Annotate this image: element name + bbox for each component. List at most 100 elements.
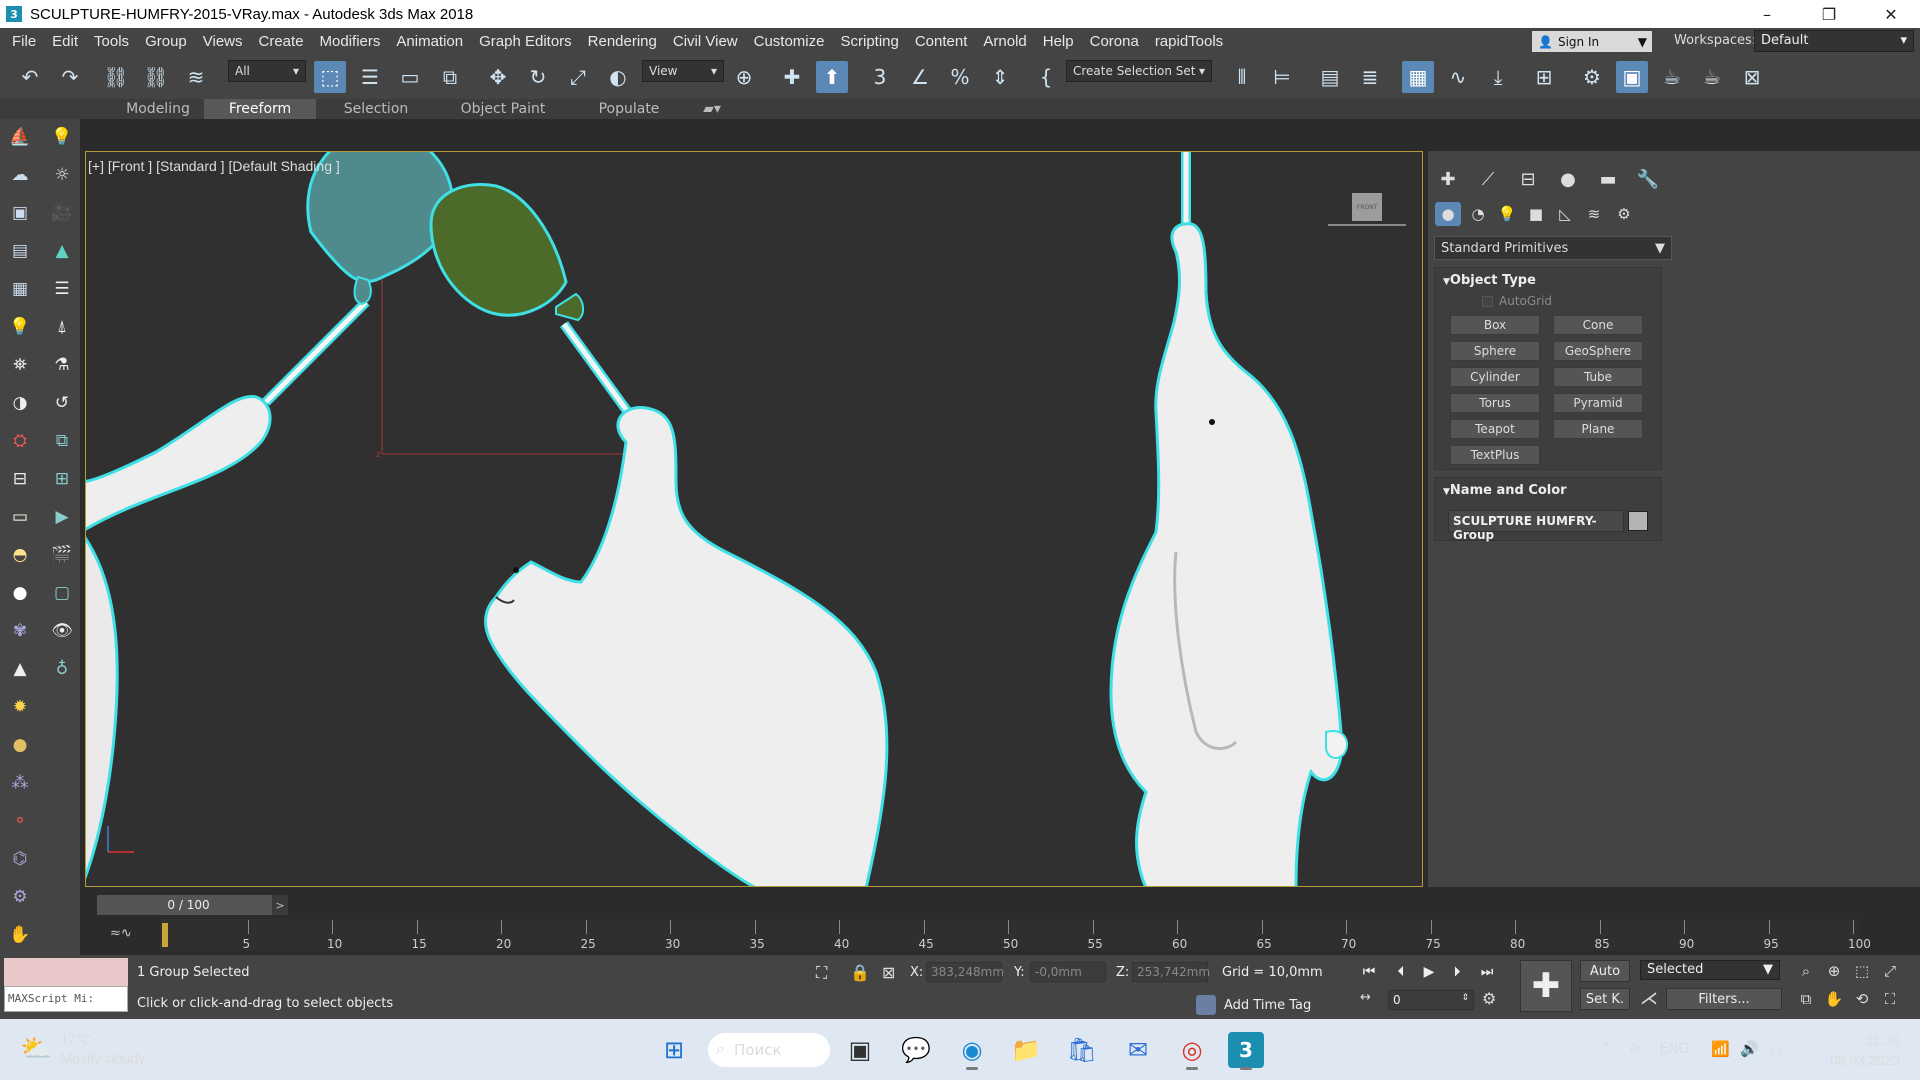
absolute-mode-icon[interactable]: ⊠ <box>882 963 895 982</box>
render-setup-icon[interactable]: ⚙ <box>1576 61 1608 93</box>
document-icon[interactable]: ▤ <box>8 239 32 263</box>
menu-animation[interactable]: Animation <box>388 33 471 50</box>
3dsmax-taskbar-icon[interactable]: 3 <box>1228 1032 1264 1070</box>
object-name-field[interactable]: SCULPTURE HUMFRY-Group <box>1448 510 1624 542</box>
material-sphere-icon[interactable]: ● <box>8 733 32 757</box>
list-icon[interactable]: ☰ <box>50 277 74 301</box>
plant-icon[interactable]: ✾ <box>8 619 32 643</box>
file-explorer-icon[interactable]: 📁 <box>1008 1032 1044 1068</box>
menu-create[interactable]: Create <box>251 33 312 50</box>
helpers-category-icon[interactable]: ◺ <box>1552 202 1578 226</box>
redo-icon[interactable]: ↷ <box>54 61 86 93</box>
time-configuration-icon[interactable]: ⚙ <box>1482 989 1496 1008</box>
task-view-icon[interactable]: ▣ <box>842 1032 878 1068</box>
ribbon-options-icon[interactable]: ▰▾ <box>694 99 730 119</box>
window-crossing-icon[interactable]: ⧉ <box>434 61 466 93</box>
scale-icon[interactable]: ⤢ <box>562 61 594 93</box>
scene-explorer-icon[interactable]: ⛵ <box>8 125 32 149</box>
previous-frame-icon[interactable]: ⏴ <box>1390 961 1412 983</box>
key-filter-dropdown[interactable]: Selected ▼ <box>1640 960 1780 980</box>
select-by-name-icon[interactable]: ☰ <box>354 61 386 93</box>
sign-in-dropdown[interactable]: 👤 Sign In ▼ <box>1532 31 1652 52</box>
lock-selection-icon[interactable]: 🔒 <box>850 963 870 982</box>
volume-icon[interactable]: 🔊 <box>1740 1040 1759 1058</box>
chat-icon[interactable]: 💬 <box>898 1032 934 1068</box>
cone-button[interactable]: Cone <box>1553 315 1643 335</box>
lights-category-icon[interactable]: 💡 <box>1494 202 1520 226</box>
flask-icon[interactable]: ⚗ <box>50 353 74 377</box>
select-object-icon[interactable]: ⬚ <box>314 61 346 93</box>
panel-icon[interactable]: ⊟ <box>8 467 32 491</box>
align-icon[interactable]: ⊨ <box>1266 61 1298 93</box>
bind-space-warp-icon[interactable]: ≋ <box>180 61 212 93</box>
cameras-icon[interactable]: 🎬 <box>50 543 74 567</box>
object-type-title[interactable]: Object Type <box>1435 268 1661 293</box>
table-icon[interactable]: ▦ <box>8 277 32 301</box>
display-tab-icon[interactable]: ▬ <box>1592 166 1624 192</box>
hand-icon[interactable]: ✋ <box>8 923 32 947</box>
use-pivot-icon[interactable]: ⊕ <box>728 61 760 93</box>
refresh-icon[interactable]: ↺ <box>50 391 74 415</box>
molecule-icon[interactable]: ⚬ <box>8 809 32 833</box>
zoom-region-icon[interactable]: ⧉ <box>1794 988 1818 1010</box>
show-hidden-icons-chevron-icon[interactable]: ⌃ <box>1600 1040 1613 1058</box>
menu-edit[interactable]: Edit <box>44 33 86 50</box>
wifi-icon[interactable]: 📶 <box>1711 1040 1730 1058</box>
menu-arnold[interactable]: Arnold <box>975 33 1034 50</box>
tab-freeform[interactable]: Freeform <box>204 99 316 119</box>
y-coordinate-field[interactable]: -0,0mm <box>1030 962 1106 982</box>
current-frame-marker[interactable] <box>162 923 168 947</box>
selection-region-icon[interactable]: ▭ <box>394 61 426 93</box>
select-manipulate-icon[interactable]: ✚ <box>776 61 808 93</box>
sphere-button[interactable]: Sphere <box>1450 341 1540 361</box>
weather-widget[interactable]: ⛅ 17°C Mostly cloudy <box>20 1030 145 1068</box>
bulb-icon[interactable]: 💡 <box>8 315 32 339</box>
tab-populate[interactable]: Populate <box>572 99 686 119</box>
schematic-view-icon[interactable]: ⤓ <box>1482 61 1514 93</box>
modify-tab-icon[interactable]: ⟋ <box>1472 166 1504 192</box>
box-button[interactable]: Box <box>1450 315 1540 335</box>
time-config-toggle-icon[interactable]: ↔ <box>1360 990 1371 1005</box>
key-tangent-icon[interactable]: ⋌ <box>1640 988 1658 1009</box>
camera-icon[interactable]: 🎥 <box>50 201 74 225</box>
maxscript-input[interactable]: MAXScript Mi: <box>4 986 128 1012</box>
gear-icon[interactable]: ⚙ <box>8 885 32 909</box>
material-editor-icon[interactable]: ⊞ <box>1528 61 1560 93</box>
menu-scripting[interactable]: Scripting <box>832 33 906 50</box>
bulb-outline-icon[interactable]: ♁ <box>50 657 74 681</box>
angle-snap-icon[interactable]: ∠ <box>904 61 936 93</box>
cone-icon[interactable]: ▲ <box>8 657 32 681</box>
teapot-button[interactable]: Teapot <box>1450 419 1540 439</box>
menu-modifiers[interactable]: Modifiers <box>312 33 389 50</box>
eye-icon[interactable]: 👁 <box>50 619 74 643</box>
menu-corona[interactable]: Corona <box>1082 33 1147 50</box>
systems-category-icon[interactable]: ⚙ <box>1611 202 1637 226</box>
shapes-category-icon[interactable]: ◔ <box>1465 202 1491 226</box>
add-time-tag[interactable]: Add Time Tag <box>1196 995 1311 1015</box>
next-frame-icon[interactable]: ⏵ <box>1446 961 1468 983</box>
unlink-icon[interactable]: ⛓ <box>140 61 172 93</box>
cylinder-button[interactable]: Cylinder <box>1450 367 1540 387</box>
dome-icon[interactable]: ◓ <box>8 543 32 567</box>
menu-help[interactable]: Help <box>1035 33 1082 50</box>
reference-coordinate-dropdown[interactable]: View ▾ <box>642 60 724 82</box>
menu-content[interactable]: Content <box>907 33 976 50</box>
named-selection-icon[interactable]: { <box>1030 61 1062 93</box>
network-icon[interactable]: ⌬ <box>8 847 32 871</box>
tab-modeling[interactable]: Modeling <box>98 99 218 119</box>
chrome-icon[interactable]: ◎ <box>1174 1032 1210 1070</box>
menu-graph-editors[interactable]: Graph Editors <box>471 33 580 50</box>
cameras-category-icon[interactable]: ■ <box>1523 202 1549 226</box>
layout-icon[interactable]: ⊞ <box>50 467 74 491</box>
orbit-icon[interactable]: ⟲ <box>1850 988 1874 1010</box>
front-viewport[interactable]: y x z <box>85 151 1423 887</box>
render-iterative-icon[interactable]: ☕ <box>1696 61 1728 93</box>
restore-button[interactable]: ❐ <box>1800 0 1858 28</box>
z-coordinate-field[interactable]: 253,742mm <box>1132 962 1210 982</box>
menu-group[interactable]: Group <box>137 33 195 50</box>
primitive-category-dropdown[interactable]: Standard Primitives ▼ <box>1434 236 1672 260</box>
curve-editor-icon[interactable]: ∿ <box>1442 61 1474 93</box>
maxscript-listener[interactable]: MAXScript Mi: <box>4 958 128 1014</box>
zoom-all-icon[interactable]: ⊕ <box>1822 960 1846 982</box>
minimize-button[interactable]: – <box>1738 0 1796 28</box>
